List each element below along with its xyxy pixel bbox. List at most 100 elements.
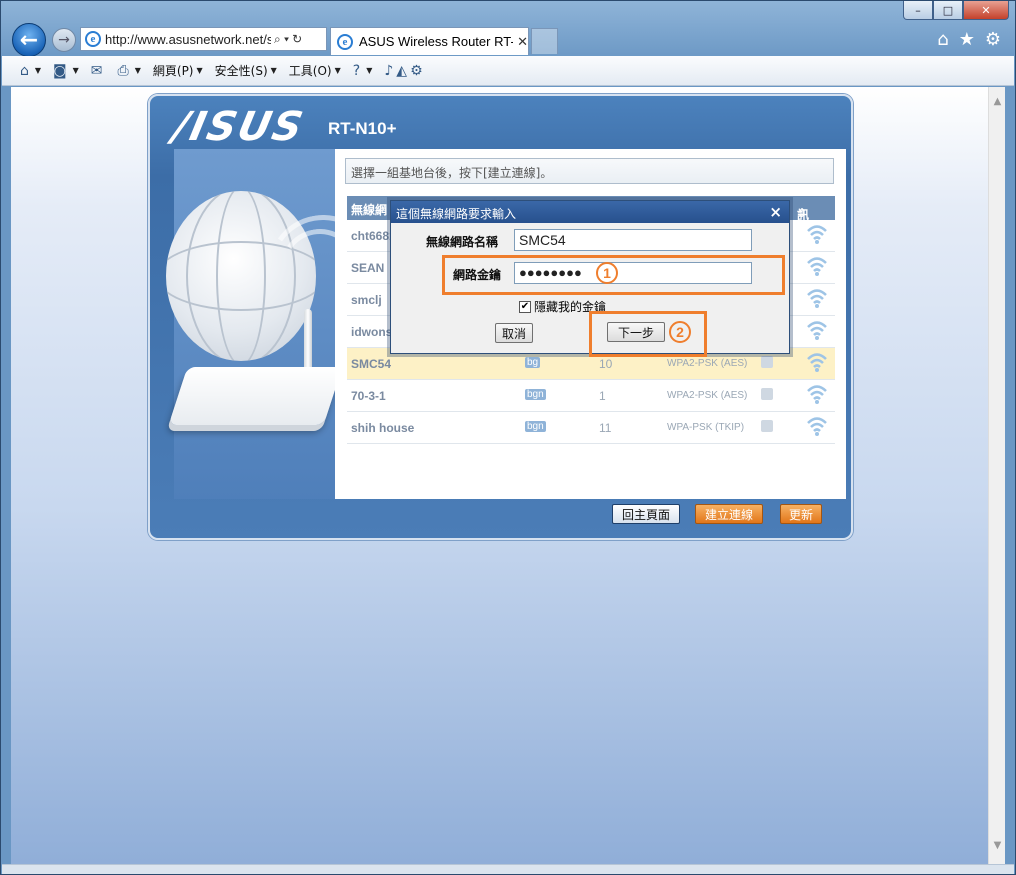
- browser-tab-active[interactable]: e ASUS Wireless Router RT-... ✕: [330, 27, 529, 55]
- tab-title: ASUS Wireless Router RT-...: [359, 34, 514, 49]
- tab-close-icon[interactable]: ✕: [517, 34, 528, 50]
- dialog-close-icon[interactable]: ×: [769, 203, 782, 221]
- next-button[interactable]: 下一步: [607, 322, 665, 342]
- instruction-text: 選擇一組基地台後，按下[建立連線]。: [345, 158, 834, 184]
- page-viewport: /ISUS RT-N10+ 選擇一組基地台後，按下[建立連線]。 無線網 訊號 …: [11, 87, 988, 864]
- dialog-title: 這個無線網路要求輸入: [396, 207, 517, 221]
- cmd-print[interactable]: ⎙ ▼: [118, 63, 141, 79]
- tools-menu-label: 工具(O): [288, 64, 332, 78]
- wifi-signal-icon: [807, 385, 827, 404]
- lock-icon: [761, 388, 773, 400]
- ap-channel: 11: [599, 421, 612, 435]
- table-row[interactable]: 70-3-1 bgn 1 WPA2-PSK (AES): [347, 380, 835, 412]
- ap-ssid: smclj: [351, 293, 382, 307]
- chevron-down-icon: ▼: [34, 66, 42, 75]
- table-row[interactable]: shih house bgn 11 WPA-PSK (TKIP): [347, 412, 835, 444]
- chevron-down-icon: ▼: [334, 66, 341, 75]
- ie-page-icon: e: [85, 31, 101, 47]
- ap-ssid: SEAN: [351, 261, 385, 275]
- col-ssid-header[interactable]: 無線網: [351, 201, 387, 218]
- browser-right-icons: ⌂ ★ ⚙: [937, 29, 1001, 50]
- cmd-help[interactable]: ? ▼: [353, 63, 373, 79]
- network-name-label: 無線網路名稱: [426, 235, 499, 249]
- forward-button[interactable]: →: [52, 28, 76, 52]
- cmd-safety-menu[interactable]: 安全性(S) ▼: [215, 62, 277, 79]
- router-illustration: [168, 367, 343, 425]
- network-key-label: 網路金鑰: [453, 268, 502, 282]
- cmd-page-menu[interactable]: 網頁(P) ▼: [153, 62, 203, 79]
- settings-gear-icon: ⚙: [410, 62, 423, 79]
- new-tab-button[interactable]: [531, 28, 558, 54]
- lock-icon: [761, 420, 773, 432]
- research-icon: ♪: [384, 62, 394, 79]
- router-model: RT-N10+: [328, 119, 397, 138]
- chevron-down-icon: ▼: [270, 66, 277, 75]
- search-dropdown-icon[interactable]: ⌕ ▾: [274, 32, 289, 47]
- dialog-title-bar: 這個無線網路要求輸入 ×: [391, 201, 789, 223]
- help-icon: ?: [352, 62, 361, 79]
- address-text[interactable]: http://www.asusnetwork.net/s: [105, 32, 271, 47]
- ap-channel: 1: [599, 389, 606, 403]
- cmd-mail[interactable]: ✉: [91, 63, 106, 79]
- maximize-button[interactable]: □: [933, 1, 963, 20]
- wifi-signal-icon: [807, 289, 827, 308]
- print-icon: ⎙: [117, 62, 129, 79]
- back-button[interactable]: ←: [12, 23, 46, 57]
- ap-auth-method: WPA2-PSK (AES): [667, 358, 748, 369]
- ap-mode-badge: bgn: [525, 421, 546, 432]
- scroll-down-icon[interactable]: ▼: [989, 837, 1006, 854]
- chevron-down-icon: ▼: [196, 66, 203, 75]
- asus-router-panel: /ISUS RT-N10+ 選擇一組基地台後，按下[建立連線]。 無線網 訊號 …: [148, 94, 853, 540]
- ap-ssid: shih house: [351, 421, 415, 435]
- ap-ssid: cht6681: [351, 229, 396, 243]
- ap-mode-badge: bg: [525, 357, 541, 368]
- scroll-up-icon[interactable]: ▲: [989, 93, 1006, 110]
- cmd-home[interactable]: ⌂ ▼: [20, 63, 41, 79]
- cmd-extra-tools[interactable]: ♪ ◭ ⚙: [384, 63, 425, 79]
- chevron-down-icon: ▼: [366, 66, 373, 75]
- tools-gear-icon[interactable]: ⚙: [985, 29, 1001, 50]
- browser-window: – □ ✕ ← → e http://www.asusnetwork.net/s…: [0, 0, 1016, 875]
- ie-tab-icon: e: [337, 33, 353, 50]
- connect-button[interactable]: 建立連線: [695, 504, 763, 524]
- safety-menu-label: 安全性(S): [214, 64, 268, 78]
- ap-mode-badge: bgn: [525, 389, 546, 400]
- rss-icon: ◙: [53, 62, 67, 79]
- network-name-input[interactable]: SMC54: [514, 229, 752, 251]
- wifi-signal-icon: [807, 225, 827, 244]
- refresh-button[interactable]: 更新: [780, 504, 822, 524]
- refresh-icon[interactable]: ↻: [292, 32, 302, 46]
- step1-marker: 1: [596, 262, 618, 284]
- send-icon: ◭: [396, 62, 408, 79]
- wifi-signal-icon: [807, 257, 827, 276]
- wifi-signal-icon: [807, 417, 827, 436]
- asus-logo: /ISUS: [169, 104, 309, 150]
- home-page-button[interactable]: 回主頁面: [612, 504, 680, 524]
- ap-ssid: SMC54: [351, 357, 392, 371]
- cmd-tools-menu[interactable]: 工具(O) ▼: [289, 62, 341, 79]
- chevron-down-icon: ▼: [134, 66, 141, 75]
- address-bar[interactable]: e http://www.asusnetwork.net/s ⌕ ▾ ↻: [80, 27, 327, 51]
- cancel-button[interactable]: 取消: [495, 323, 533, 343]
- window-controls: – □ ✕: [903, 1, 1009, 20]
- mail-icon: ✉: [90, 62, 103, 79]
- wifi-signal-icon: [807, 353, 827, 372]
- ap-channel: 10: [599, 357, 613, 371]
- lock-icon: [761, 356, 773, 368]
- status-bar: [2, 864, 1014, 874]
- close-window-button[interactable]: ✕: [963, 1, 1009, 20]
- minimize-button[interactable]: –: [903, 1, 933, 20]
- home-icon[interactable]: ⌂: [937, 29, 948, 50]
- vertical-scrollbar[interactable]: ▲ ▼: [988, 87, 1005, 864]
- page-menu-label: 網頁(P): [152, 64, 194, 78]
- step2-marker: 2: [669, 321, 691, 343]
- hide-key-checkbox[interactable]: ✔: [519, 300, 531, 313]
- cmd-feeds[interactable]: ◙ ▼: [53, 63, 79, 79]
- network-key-input[interactable]: ●●●●●●●●: [514, 262, 752, 284]
- forward-arrow-icon: →: [58, 32, 70, 48]
- wifi-signal-icon: [807, 321, 827, 340]
- ap-ssid: 70-3-1: [351, 389, 386, 403]
- sort-icon: ⇕: [797, 206, 808, 220]
- favorites-star-icon[interactable]: ★: [959, 29, 975, 50]
- home-icon: ⌂: [20, 62, 29, 79]
